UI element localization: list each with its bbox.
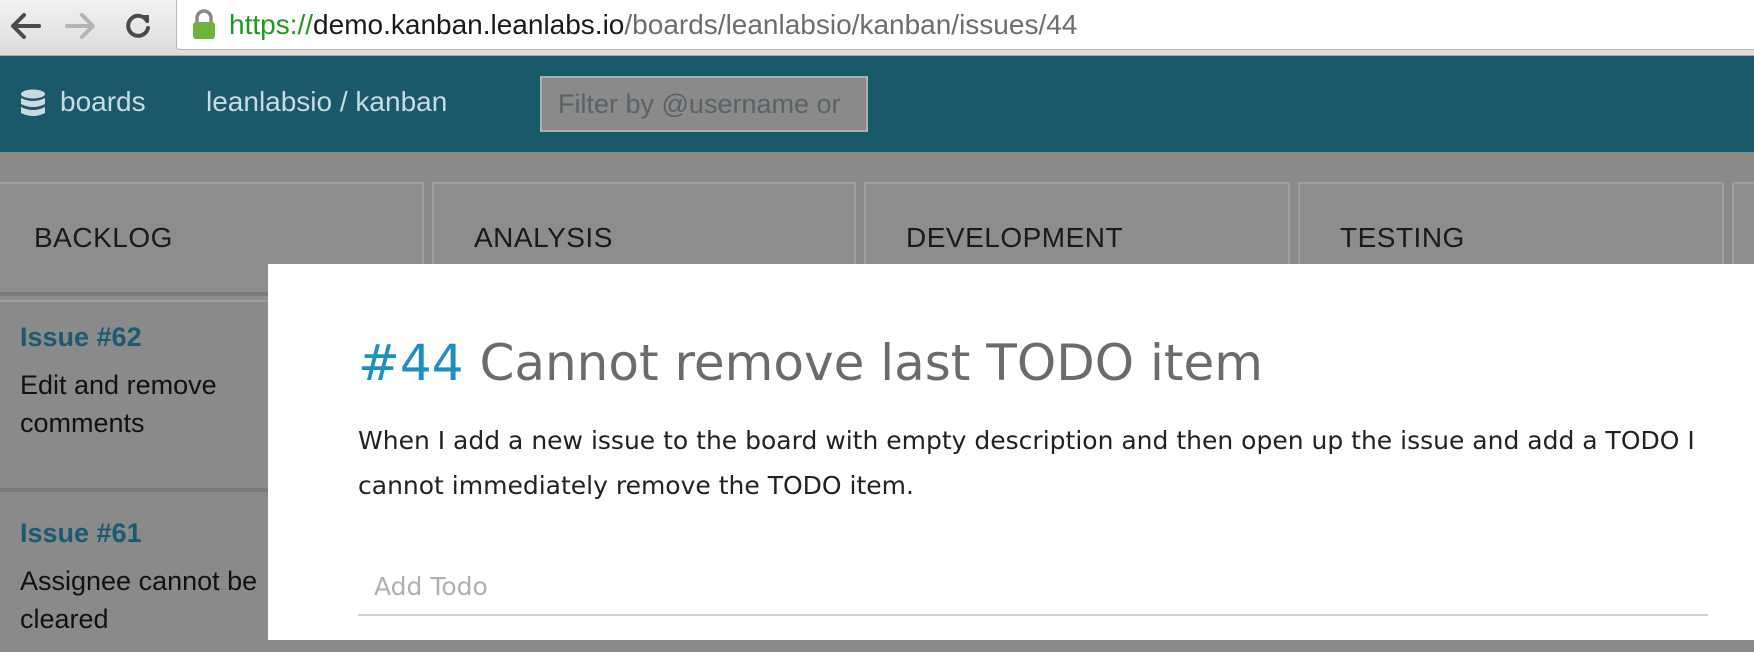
column-title: ANALYSIS xyxy=(474,222,613,253)
arrow-right-icon xyxy=(65,13,95,39)
boards-link[interactable]: boards xyxy=(60,86,146,118)
back-button[interactable] xyxy=(6,4,46,48)
app-header: boards leanlabsio / kanban xyxy=(0,56,1754,152)
database-icon xyxy=(21,89,45,116)
card-issue-number[interactable]: Issue #62 xyxy=(20,322,142,353)
reload-button[interactable] xyxy=(118,4,158,48)
url-scheme: https:// xyxy=(229,8,314,40)
forward-button[interactable] xyxy=(60,4,100,48)
lock-icon xyxy=(193,8,215,39)
column-title: BACKLOG xyxy=(34,222,173,253)
url-host: demo.kanban.leanlabs.io xyxy=(313,8,625,40)
address-bar[interactable]: https://demo.kanban.leanlabs.io/boards/l… xyxy=(176,0,1754,50)
column-title: DEVELOPMENT xyxy=(906,222,1124,253)
issue-number: #44 xyxy=(358,334,464,392)
issue-modal: #44 Cannot remove last TODO item When I … xyxy=(268,264,1754,640)
column-title: TESTING xyxy=(1340,222,1465,253)
issue-title: #44 Cannot remove last TODO item xyxy=(358,334,1263,392)
browser-toolbar: https://demo.kanban.leanlabs.io/boards/l… xyxy=(0,0,1754,56)
project-link[interactable]: leanlabsio / kanban xyxy=(206,86,447,118)
add-todo-input[interactable] xyxy=(358,558,1708,616)
card-issue-number[interactable]: Issue #61 xyxy=(20,518,142,549)
arrow-left-icon xyxy=(11,13,41,39)
issue-description: When I add a new issue to the board with… xyxy=(358,426,1695,500)
issue-title-text: Cannot remove last TODO item xyxy=(479,334,1263,392)
filter-input[interactable] xyxy=(540,76,868,132)
reload-icon xyxy=(126,13,150,38)
url-path: /boards/leanlabsio/kanban/issues/44 xyxy=(624,8,1078,40)
